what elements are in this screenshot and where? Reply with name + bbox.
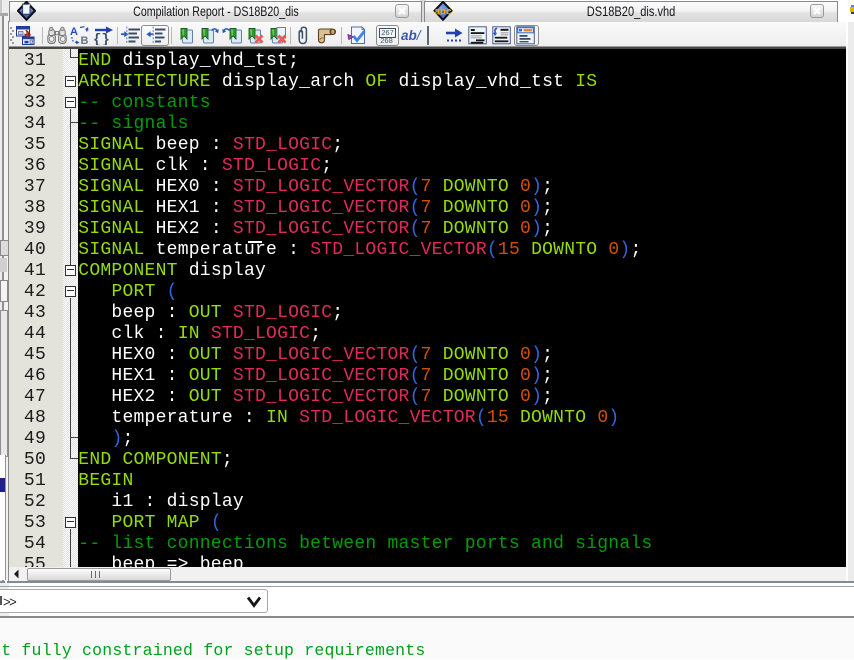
svg-text:B: B <box>81 35 89 45</box>
svg-text:{}: {} <box>93 32 110 45</box>
svg-text:A: A <box>70 26 78 38</box>
svg-text:abc: abc <box>434 7 452 18</box>
